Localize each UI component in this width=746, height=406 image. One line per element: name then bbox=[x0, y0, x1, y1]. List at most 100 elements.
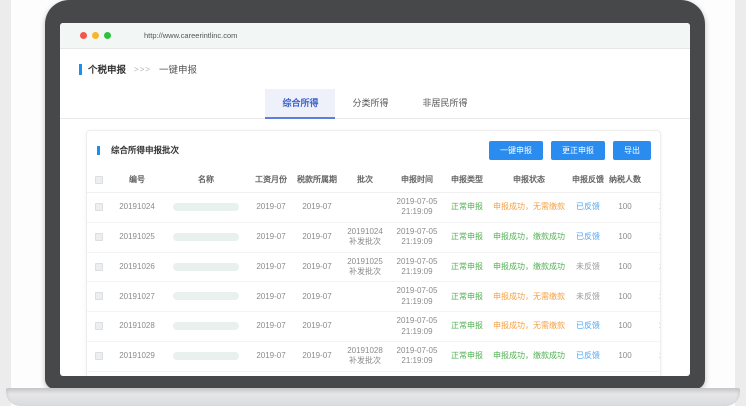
breadcrumb-separator-icon: >>> bbox=[134, 65, 151, 74]
taxpayer-count-cell: 100 bbox=[607, 312, 643, 342]
column-header-clipped bbox=[643, 168, 660, 193]
table-row: 201910242019-072019-072019-07-0521:19:09… bbox=[87, 193, 660, 223]
panel-accent-bar bbox=[97, 146, 100, 155]
checkbox-cell bbox=[87, 312, 111, 342]
column-header: 名称 bbox=[163, 168, 249, 193]
clipped-value-cell: 11 bbox=[643, 341, 660, 371]
name-cell bbox=[163, 371, 249, 376]
clipped-value-cell: 11 bbox=[643, 252, 660, 282]
breadcrumb: 个税申报 >>> 一键申报 bbox=[79, 62, 690, 76]
taxpayer-count-cell: 100 bbox=[607, 341, 643, 371]
tab-0[interactable]: 综合所得 bbox=[265, 89, 335, 119]
table-header-row: 编号名称工资月份税款所属期批次申报时间申报类型申报状态申报反馈纳税人数 bbox=[87, 168, 660, 193]
filing-status-cell: 申报成功，缴款成功 bbox=[489, 371, 569, 376]
panel-actions: 一键申报更正申报导出 bbox=[481, 140, 651, 160]
row-checkbox[interactable] bbox=[95, 292, 103, 300]
breadcrumb-section: 个税申报 bbox=[88, 62, 126, 76]
clipped-value-cell: 11 bbox=[643, 312, 660, 342]
tax-period-cell: 2019-07 bbox=[293, 341, 341, 371]
batch-table: 编号名称工资月份税款所属期批次申报时间申报类型申报状态申报反馈纳税人数 2019… bbox=[87, 168, 660, 376]
laptop-base bbox=[6, 388, 740, 406]
background-strip-right bbox=[735, 0, 746, 406]
batch-table-container: 编号名称工资月份税款所属期批次申报时间申报类型申报状态申报反馈纳税人数 2019… bbox=[87, 168, 660, 376]
row-checkbox[interactable] bbox=[95, 233, 103, 241]
batch-cell: 20191025补发批次 bbox=[341, 252, 389, 282]
filing-status-cell: 申报成功，缴款成功 bbox=[489, 341, 569, 371]
column-header: 纳税人数 bbox=[607, 168, 643, 193]
panel-action-button-2[interactable]: 导出 bbox=[613, 141, 651, 160]
batch-panel: 综合所得申报批次 一键申报更正申报导出 编号名称工资月份税款所属期批次申报时间申… bbox=[86, 130, 661, 376]
row-checkbox[interactable] bbox=[95, 203, 103, 211]
tax-period-cell: 2019-07 bbox=[293, 312, 341, 342]
table-row: 201910292019-072019-0720191028补发批次2019-0… bbox=[87, 341, 660, 371]
name-cell bbox=[163, 222, 249, 252]
filing-time-cell: 2019-07-0521:19:09 bbox=[389, 193, 445, 223]
row-checkbox[interactable] bbox=[95, 263, 103, 271]
tax-period-cell: 2019-07 bbox=[293, 371, 341, 376]
select-all-checkbox[interactable] bbox=[95, 176, 103, 184]
batch-id-cell: 20191024 bbox=[111, 193, 163, 223]
filing-type-cell: 正常申报 bbox=[445, 371, 489, 376]
filing-status-cell: 申报成功，无需缴款 bbox=[489, 282, 569, 312]
name-placeholder bbox=[173, 203, 239, 211]
name-placeholder bbox=[173, 263, 239, 271]
name-cell bbox=[163, 193, 249, 223]
feedback-cell: 已反馈 bbox=[569, 193, 607, 223]
column-header: 税款所属期 bbox=[293, 168, 341, 193]
tax-period-cell: 2019-07 bbox=[293, 282, 341, 312]
clipped-value-cell: 11 bbox=[643, 282, 660, 312]
filing-time-cell: 2019-07-0521:19:09 bbox=[389, 222, 445, 252]
filing-time-cell: 2019-07-0521:19:09 bbox=[389, 371, 445, 376]
tab-bar: 综合所得分类所得非居民所得 bbox=[60, 89, 690, 119]
table-row: 201910252019-072019-0720191024补发批次2019-0… bbox=[87, 222, 660, 252]
checkbox-cell bbox=[87, 193, 111, 223]
panel-action-button-1[interactable]: 更正申报 bbox=[551, 141, 605, 160]
name-placeholder bbox=[173, 322, 239, 330]
column-header: 编号 bbox=[111, 168, 163, 193]
laptop-screen: http://www.careerintlinc.com 个税申报 >>> 一键… bbox=[60, 23, 690, 376]
taxpayer-count-cell: 100 bbox=[607, 282, 643, 312]
panel-header: 综合所得申报批次 一键申报更正申报导出 bbox=[87, 131, 660, 168]
page-content: 个税申报 >>> 一键申报 综合所得分类所得非居民所得 综合所得申报批次 一键申… bbox=[60, 62, 690, 376]
filing-type-cell: 正常申报 bbox=[445, 222, 489, 252]
address-bar[interactable]: http://www.careerintlinc.com bbox=[144, 31, 237, 40]
feedback-cell: 已反馈 bbox=[569, 371, 607, 376]
batch-cell: 20191024补发批次 bbox=[341, 222, 389, 252]
table-row: 201910272019-072019-072019-07-0521:19:09… bbox=[87, 282, 660, 312]
page-background: http://www.careerintlinc.com 个税申报 >>> 一键… bbox=[0, 0, 746, 406]
batch-id-cell: 20191025 bbox=[111, 222, 163, 252]
column-header: 申报类型 bbox=[445, 168, 489, 193]
name-placeholder bbox=[173, 292, 239, 300]
name-placeholder bbox=[173, 352, 239, 360]
tab-1[interactable]: 分类所得 bbox=[335, 89, 405, 119]
filing-type-cell: 正常申报 bbox=[445, 193, 489, 223]
salary-month-cell: 2019-07 bbox=[249, 341, 293, 371]
filing-time-cell: 2019-07-0521:19:09 bbox=[389, 282, 445, 312]
filing-time-cell: 2019-07-0521:19:09 bbox=[389, 252, 445, 282]
row-checkbox[interactable] bbox=[95, 322, 103, 330]
window-zoom-button[interactable] bbox=[104, 32, 111, 39]
checkbox-cell bbox=[87, 341, 111, 371]
laptop-frame: http://www.careerintlinc.com 个税申报 >>> 一键… bbox=[45, 0, 705, 389]
taxpayer-count-cell: 100 bbox=[607, 193, 643, 223]
taxpayer-count-cell: 100 bbox=[607, 252, 643, 282]
window-minimize-button[interactable] bbox=[92, 32, 99, 39]
filing-type-cell: 正常申报 bbox=[445, 341, 489, 371]
column-header: 申报状态 bbox=[489, 168, 569, 193]
batch-cell bbox=[341, 371, 389, 376]
row-checkbox[interactable] bbox=[95, 352, 103, 360]
column-header: 申报时间 bbox=[389, 168, 445, 193]
clipped-value-cell: 11 bbox=[643, 193, 660, 223]
filing-type-cell: 正常申报 bbox=[445, 252, 489, 282]
tab-2[interactable]: 非居民所得 bbox=[406, 89, 485, 119]
filing-status-cell: 申报成功，无需缴款 bbox=[489, 312, 569, 342]
browser-bar: http://www.careerintlinc.com bbox=[60, 23, 690, 49]
filing-type-cell: 正常申报 bbox=[445, 282, 489, 312]
salary-month-cell: 2019-07 bbox=[249, 282, 293, 312]
panel-action-button-0[interactable]: 一键申报 bbox=[489, 141, 543, 160]
window-close-button[interactable] bbox=[80, 32, 87, 39]
breadcrumb-page[interactable]: 一键申报 bbox=[159, 62, 197, 76]
batch-id-cell: 20191028 bbox=[111, 312, 163, 342]
tax-period-cell: 2019-07 bbox=[293, 222, 341, 252]
checkbox-cell bbox=[87, 282, 111, 312]
